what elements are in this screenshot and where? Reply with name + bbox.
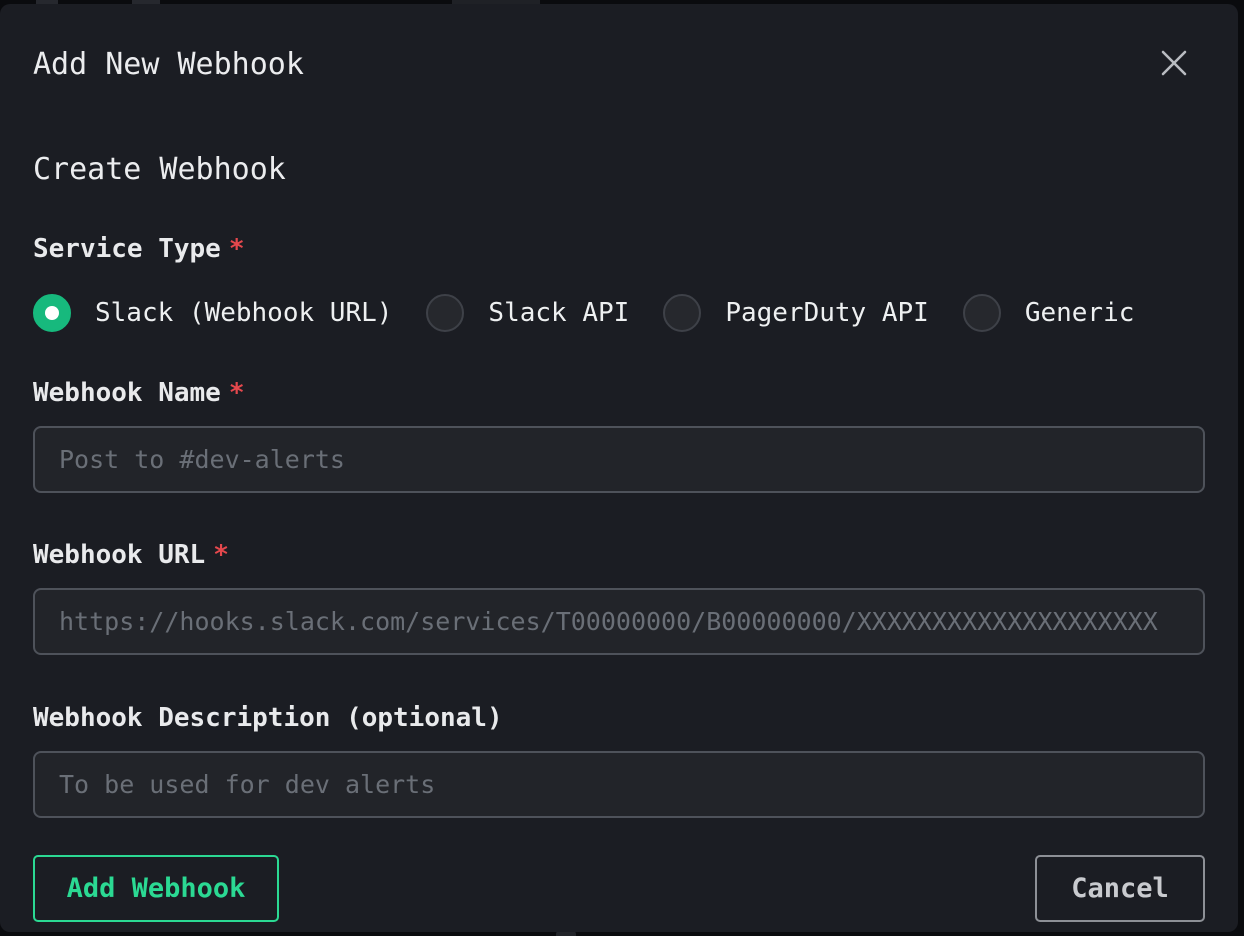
service-type-label-text: Service Type [33, 234, 221, 264]
modal-header: Add New Webhook [33, 45, 1205, 83]
add-webhook-button[interactable]: Add Webhook [33, 855, 279, 922]
radio-button-icon[interactable] [963, 294, 1001, 332]
webhook-name-input[interactable] [33, 426, 1205, 493]
close-button[interactable] [1157, 47, 1191, 81]
service-type-radio-group: Slack (Webhook URL) Slack API PagerDuty … [33, 294, 1205, 332]
cancel-button[interactable]: Cancel [1035, 855, 1205, 922]
radio-button-icon[interactable] [33, 294, 71, 332]
webhook-url-label-text: Webhook URL [33, 540, 205, 570]
radio-pagerduty-api[interactable]: PagerDuty API [663, 294, 929, 332]
webhook-url-label: Webhook URL* [33, 538, 1205, 572]
webhook-name-label-text: Webhook Name [33, 378, 221, 408]
webhook-description-label-text: Webhook Description (optional) [33, 703, 503, 733]
webhook-name-label: Webhook Name* [33, 376, 1205, 410]
add-webhook-modal: Add New Webhook Create Webhook Service T… [0, 4, 1238, 932]
required-asterisk: * [205, 540, 229, 570]
required-asterisk: * [221, 378, 245, 408]
radio-button-icon[interactable] [663, 294, 701, 332]
radio-label: Slack API [488, 298, 629, 328]
modal-title: Add New Webhook [33, 47, 304, 82]
required-asterisk: * [221, 234, 245, 264]
radio-button-icon[interactable] [426, 294, 464, 332]
radio-label: Generic [1025, 298, 1135, 328]
radio-slack-webhook-url[interactable]: Slack (Webhook URL) [33, 294, 392, 332]
create-webhook-heading: Create Webhook [33, 152, 1205, 187]
radio-label: Slack (Webhook URL) [95, 298, 392, 328]
modal-footer: Add Webhook Cancel [33, 855, 1205, 922]
close-icon [1159, 48, 1189, 81]
webhook-description-input[interactable] [33, 751, 1205, 818]
service-type-label: Service Type* [33, 232, 1205, 266]
webhook-description-label: Webhook Description (optional) [33, 701, 1205, 735]
radio-slack-api[interactable]: Slack API [426, 294, 629, 332]
webhook-url-input[interactable] [33, 588, 1205, 655]
radio-label: PagerDuty API [725, 298, 929, 328]
radio-generic[interactable]: Generic [963, 294, 1135, 332]
